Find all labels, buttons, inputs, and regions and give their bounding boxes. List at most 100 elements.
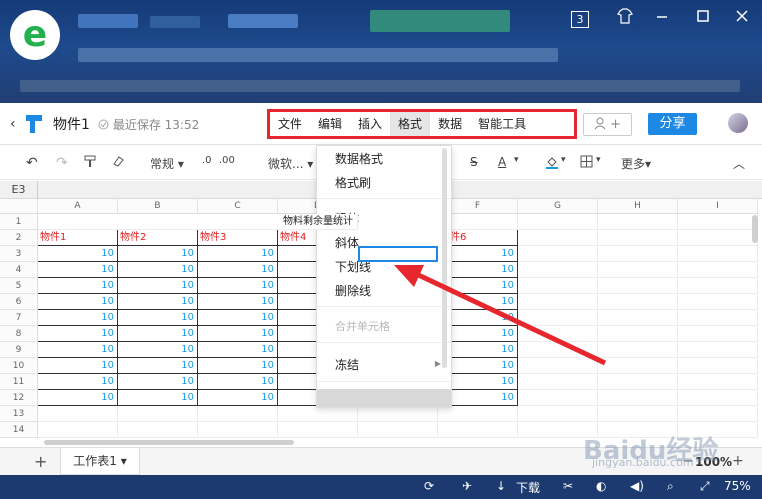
table-cell[interactable]: 10 (198, 358, 278, 374)
table-cell[interactable]: 10 (38, 262, 118, 278)
undo-icon[interactable]: ↶ (26, 155, 38, 171)
download-label[interactable]: 下载 (516, 479, 540, 496)
rocket-icon[interactable]: ✈ (462, 479, 472, 493)
table-cell[interactable] (678, 406, 758, 422)
add-collaborator-button[interactable]: + (583, 113, 632, 136)
sheet-tab[interactable]: 工作表1 ▾ (60, 448, 140, 475)
row-header[interactable]: 10 (0, 358, 38, 374)
column-header[interactable]: A (38, 199, 118, 214)
font-select[interactable]: 微软... ▾ (268, 155, 313, 172)
document-title[interactable]: 物件1 (53, 114, 90, 134)
menu-item-format-painter[interactable]: 格式刷 (335, 174, 371, 191)
row-header[interactable]: 11 (0, 374, 38, 390)
add-sheet-button[interactable]: + (34, 452, 47, 471)
table-cell[interactable] (198, 422, 278, 438)
menu-item-italic[interactable]: 斜体 (335, 234, 359, 251)
more-button[interactable]: 更多▾ (621, 155, 651, 172)
column-title-cell[interactable]: 物件3 (198, 230, 278, 246)
row-header[interactable]: 12 (0, 390, 38, 406)
table-cell[interactable]: 10 (38, 358, 118, 374)
table-cell[interactable]: 10 (198, 262, 278, 278)
table-cell[interactable] (598, 342, 678, 358)
table-cell[interactable]: 10 (118, 374, 198, 390)
table-cell[interactable]: 10 (38, 390, 118, 406)
table-cell[interactable]: 10 (38, 246, 118, 262)
close-icon[interactable] (731, 8, 753, 30)
table-cell[interactable]: 10 (198, 278, 278, 294)
table-cell[interactable]: 10 (118, 262, 198, 278)
table-cell[interactable] (678, 374, 758, 390)
menu-item-strikethrough[interactable]: 删除线 (335, 282, 371, 299)
table-cell[interactable] (598, 310, 678, 326)
font-color-button[interactable]: A (498, 155, 506, 169)
chevron-down-icon[interactable]: ▾ (561, 155, 566, 165)
skin-icon[interactable] (614, 8, 636, 30)
row-header[interactable]: 3 (0, 246, 38, 262)
table-cell[interactable] (678, 246, 758, 262)
table-cell[interactable]: 10 (198, 310, 278, 326)
column-header[interactable]: C (198, 199, 278, 214)
row-header[interactable]: 6 (0, 294, 38, 310)
fullscreen-icon[interactable]: ⤢ (700, 479, 710, 494)
table-cell[interactable]: 10 (118, 294, 198, 310)
table-cell[interactable]: 10 (38, 342, 118, 358)
table-cell[interactable]: 10 (198, 246, 278, 262)
table-cell[interactable]: 10 (198, 326, 278, 342)
screenshot-icon[interactable]: ✂ (563, 479, 573, 493)
borders-icon[interactable] (580, 155, 593, 171)
table-cell[interactable] (598, 262, 678, 278)
table-cell[interactable] (278, 422, 358, 438)
row-header[interactable]: 8 (0, 326, 38, 342)
table-cell[interactable] (598, 294, 678, 310)
table-cell[interactable] (518, 230, 598, 246)
table-cell[interactable]: 10 (118, 342, 198, 358)
back-icon[interactable]: ‹ (10, 116, 16, 132)
redo-icon[interactable]: ↷ (56, 155, 68, 171)
table-cell[interactable] (438, 406, 518, 422)
table-cell[interactable]: 10 (198, 342, 278, 358)
row-header[interactable]: 4 (0, 262, 38, 278)
decrease-decimal-button[interactable]: .0 (202, 155, 212, 166)
clear-format-icon[interactable] (112, 155, 124, 170)
share-button[interactable]: 分享 (648, 113, 697, 135)
zoom-icon[interactable]: ⌕ (667, 479, 674, 494)
sheet-title-cell[interactable]: 物料剩余量统计 (38, 214, 358, 230)
menu-item-freeze[interactable]: 冻结 (335, 356, 359, 373)
table-cell[interactable] (678, 310, 758, 326)
table-cell[interactable] (678, 390, 758, 406)
sound-icon[interactable]: ◀) (630, 479, 644, 493)
strikethrough-button[interactable]: S (470, 155, 478, 169)
avatar[interactable] (728, 113, 748, 133)
column-title-cell[interactable]: 物件2 (118, 230, 198, 246)
table-cell[interactable]: 10 (118, 310, 198, 326)
table-cell[interactable]: 10 (198, 390, 278, 406)
table-cell[interactable] (598, 230, 678, 246)
column-header[interactable]: I (678, 199, 758, 214)
format-painter-icon[interactable] (84, 155, 96, 171)
menu-item-data-format[interactable]: 数据格式 (335, 150, 383, 167)
table-cell[interactable]: 10 (38, 326, 118, 342)
table-cell[interactable]: 10 (38, 374, 118, 390)
row-header[interactable]: 2 (0, 230, 38, 246)
table-cell[interactable] (678, 358, 758, 374)
table-cell[interactable] (518, 374, 598, 390)
table-cell[interactable]: 10 (198, 294, 278, 310)
table-cell[interactable] (678, 342, 758, 358)
download-icon[interactable]: ↓ (496, 479, 506, 493)
chevron-down-icon[interactable]: ▾ (514, 155, 519, 165)
table-cell[interactable] (38, 422, 118, 438)
table-cell[interactable] (118, 406, 198, 422)
row-header[interactable]: 9 (0, 342, 38, 358)
table-cell[interactable] (598, 406, 678, 422)
table-cell[interactable]: 10 (118, 246, 198, 262)
table-cell[interactable] (598, 278, 678, 294)
table-cell[interactable]: 10 (118, 358, 198, 374)
column-header[interactable]: G (518, 199, 598, 214)
row-header[interactable]: 7 (0, 310, 38, 326)
table-cell[interactable] (598, 326, 678, 342)
table-cell[interactable]: 10 (198, 374, 278, 390)
table-cell[interactable] (278, 406, 358, 422)
row-header[interactable]: 14 (0, 422, 38, 438)
increase-decimal-button[interactable]: .00 (219, 155, 235, 166)
zoom-in-icon[interactable]: + (732, 453, 744, 469)
